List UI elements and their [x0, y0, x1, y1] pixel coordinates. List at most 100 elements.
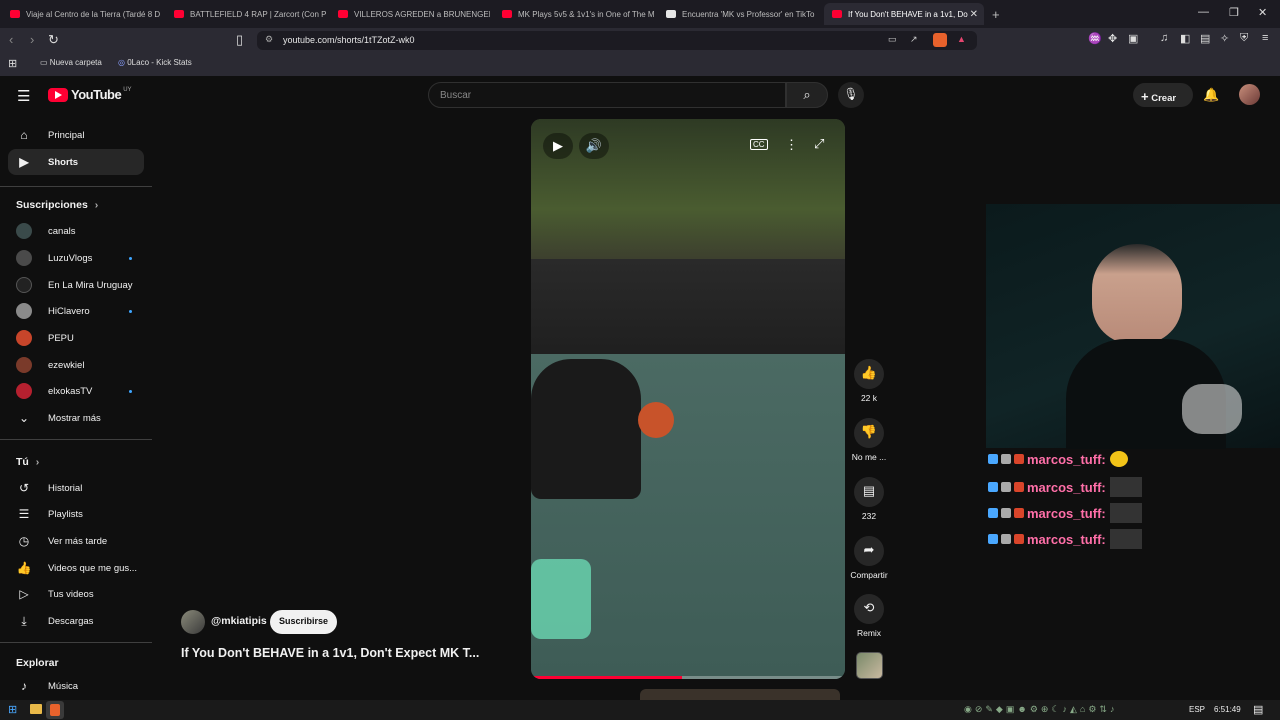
site-settings-icon[interactable]: ⚙	[265, 34, 273, 45]
subscription-pepu[interactable]: PEPU	[8, 325, 144, 351]
apps-grid-icon[interactable]: ⊞	[8, 57, 17, 70]
screenshot-icon[interactable]: ▣	[1128, 32, 1138, 45]
url-field[interactable]: ⚙ youtube.com/shorts/1tTZotZ-wk0 ▭ ↗ ▲	[257, 31, 977, 50]
tab-5[interactable]: Encuentra 'MK vs Professor' en TikTo	[658, 3, 818, 25]
playlists-icon: ☰	[18, 507, 30, 521]
dislike-button[interactable]: 👎 No me ...	[848, 418, 890, 462]
progress-bar[interactable]	[531, 676, 845, 679]
fullscreen-icon[interactable]: ⤢	[814, 136, 824, 152]
clock[interactable]: 6:51:49	[1214, 705, 1241, 714]
more-options-icon[interactable]: ⋮	[785, 137, 798, 153]
chevron-right-icon: ›	[94, 199, 99, 211]
sidebar-item-downloads[interactable]: ⤓ Descargas	[8, 608, 144, 634]
tab-1[interactable]: Viaje al Centro de la Tierra (Tardé 8 D	[2, 3, 162, 25]
youtube-page: ☰ YouTube UY Buscar ⌕ 🎙 + Crear 🔔 ⌂ Princ…	[0, 76, 1280, 700]
address-bar-row: ‹ › ↻ ▯ ⚙ youtube.com/shorts/1tTZotZ-wk0…	[0, 28, 1280, 52]
reload-icon[interactable]: ↻	[48, 32, 59, 48]
next-short-preview[interactable]	[640, 689, 840, 700]
wallet-icon[interactable]: ▤	[1200, 32, 1210, 45]
sidebar-item-label: Playlists	[48, 508, 83, 520]
short-video-player[interactable]: ▶ 🔊 CC ⋮ ⤢	[531, 119, 845, 679]
avatar[interactable]	[1239, 84, 1260, 105]
create-label: Crear	[1151, 93, 1177, 104]
file-explorer-icon[interactable]	[30, 704, 42, 714]
channel-handle[interactable]: @mkiatipis	[211, 615, 267, 627]
guide-menu-icon[interactable]: ☰	[17, 87, 30, 105]
close-window-icon[interactable]: ✕	[1258, 6, 1267, 19]
new-tab-button[interactable]: +	[988, 3, 1008, 25]
subscription-hiclavero[interactable]: HiClavero	[8, 298, 144, 324]
sidebar-item-shorts[interactable]: ▶ Shorts	[8, 149, 144, 175]
reader-icon[interactable]: ▭	[888, 34, 897, 45]
create-button[interactable]: + Crear	[1133, 83, 1193, 107]
system-tray-icons[interactable]: ◉⊘✎◆▣☻⚙⊕☾♪◭⌂⚙⇅♪	[964, 704, 1117, 715]
remix-button[interactable]: ⟲ Remix	[848, 594, 890, 638]
sidebar-item-historial[interactable]: ↺ Historial	[8, 475, 144, 501]
tab-2[interactable]: BATTLEFIELD 4 RAP | Zarcort (Con Pit	[166, 3, 326, 25]
restore-icon[interactable]: ❐	[1229, 6, 1239, 19]
bookmark-folder[interactable]: ▭ Nueva carpeta	[40, 58, 102, 67]
sidebar-toggle-icon[interactable]: ◧	[1180, 32, 1190, 45]
close-tab-icon[interactable]: ✕	[970, 9, 978, 20]
subscribe-button[interactable]: Suscribirse	[270, 610, 337, 634]
search-button[interactable]: ⌕	[786, 82, 828, 108]
minimize-icon[interactable]: —	[1198, 6, 1209, 18]
sidebar-item-playlists[interactable]: ☰ Playlists	[8, 501, 144, 527]
subscription-luzuvlogs[interactable]: LuzuVlogs	[8, 245, 144, 271]
bookmark-link[interactable]: ◎ 0Laco - Kick Stats	[118, 58, 192, 67]
divider	[0, 642, 152, 643]
brave-rewards-icon[interactable]: ▲	[957, 34, 966, 44]
brave-taskbar-button[interactable]	[46, 701, 64, 719]
badge-icon	[1014, 482, 1024, 492]
section-title: Explorar	[16, 657, 59, 669]
share-button[interactable]: ➦ Compartir	[848, 536, 890, 580]
sidebar-item-principal[interactable]: ⌂ Principal	[8, 122, 144, 148]
bookmark-icon[interactable]: ▯	[236, 32, 243, 48]
like-button[interactable]: 👍 22 k	[848, 359, 890, 403]
forward-icon[interactable]: ›	[30, 32, 34, 47]
language-indicator[interactable]: ESP	[1189, 705, 1205, 714]
captions-icon[interactable]: CC	[750, 139, 768, 150]
back-icon[interactable]: ‹	[9, 32, 13, 47]
subscription-ezewkiel[interactable]: ezewkiel	[8, 352, 144, 378]
play-button[interactable]: ▶	[543, 133, 573, 159]
menu-icon[interactable]: ≡	[1262, 32, 1268, 44]
share-page-icon[interactable]: ↗	[910, 34, 918, 45]
liked-videos-icon: 👍	[16, 561, 32, 575]
notifications-bell-icon[interactable]: 🔔	[1203, 87, 1219, 103]
channel-avatar[interactable]	[181, 610, 205, 634]
brave-shields-icon[interactable]	[933, 33, 947, 47]
tab-6-active[interactable]: If You Don't BEHAVE in a 1v1, Do ✕	[824, 3, 984, 25]
sound-thumbnail[interactable]	[856, 652, 883, 679]
sidebar-item-label: Shorts	[48, 156, 79, 168]
vpn-icon[interactable]: ⛨	[1240, 32, 1248, 45]
voice-search-button[interactable]: 🎙	[838, 82, 864, 108]
subscription-canals[interactable]: canals	[8, 218, 144, 244]
sidebar-item-liked-videos[interactable]: 👍 Videos que me gus...	[8, 555, 144, 581]
sidebar-item-your-videos[interactable]: ▷ Tus videos	[8, 581, 144, 607]
sidebar-item-music[interactable]: ♪ Música	[8, 673, 144, 699]
extensions-icon[interactable]: ✥	[1108, 32, 1117, 45]
media-icon[interactable]: ♫	[1160, 32, 1168, 44]
subscriptions-header[interactable]: Suscripciones ›	[16, 199, 98, 211]
show-more-button[interactable]: ⌄ Mostrar más	[8, 405, 144, 431]
volume-button[interactable]: 🔊	[579, 133, 609, 159]
you-header[interactable]: Tú ›	[16, 456, 39, 468]
tab-4[interactable]: MK Plays 5v5 & 1v1's in One of The M	[494, 3, 654, 25]
youtube-logo[interactable]: YouTube UY	[48, 87, 132, 102]
subscription-elxokastv[interactable]: elxokasTV	[8, 378, 144, 404]
sidebar-item-label: En La Mira Uruguay	[48, 279, 133, 291]
search-input[interactable]: Buscar	[428, 82, 786, 108]
sidebar-item-watch-later[interactable]: ◷ Ver más tarde	[8, 528, 144, 554]
windows-start-icon[interactable]: ⊞	[8, 703, 17, 716]
kick-stats-icon: ◎	[118, 58, 125, 67]
tab-3[interactable]: VILLEROS AGREDEN a BRUNENGER y	[330, 3, 490, 25]
share-icon: ➦	[854, 536, 884, 566]
subscription-en-la-mira-uruguay[interactable]: En La Mira Uruguay	[8, 272, 144, 298]
notifications-icon[interactable]: ▤	[1253, 703, 1263, 716]
comments-button[interactable]: ▤ 232	[848, 477, 890, 521]
translate-icon[interactable]: ♒	[1088, 32, 1102, 45]
short-title[interactable]: If You Don't BEHAVE in a 1v1, Don't Expe…	[181, 646, 479, 660]
home-icon: ⌂	[20, 128, 28, 142]
leo-ai-icon[interactable]: ✧	[1220, 32, 1229, 45]
